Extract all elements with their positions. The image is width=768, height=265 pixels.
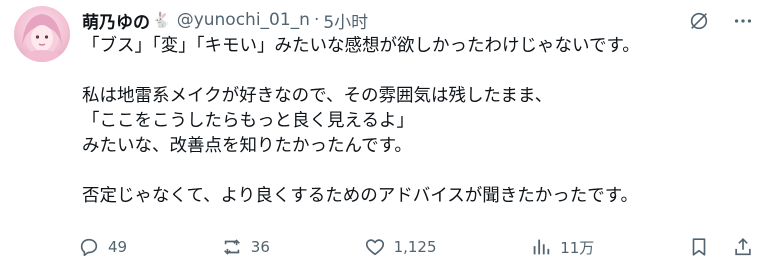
reply-icon (78, 236, 100, 258)
post-header: 萌乃ゆの 🐇 @yunochi_01_n · 5小时 (82, 8, 368, 33)
post-time[interactable]: 5小时 (323, 8, 368, 33)
post-line: 「ここをこうしたらもっと良く見えるよ」 (82, 111, 414, 131)
author-handle[interactable]: @yunochi_01_n (177, 10, 310, 30)
views-count: 11万 (560, 238, 595, 257)
avatar[interactable] (14, 6, 70, 62)
like-button[interactable]: 1,125 (364, 236, 437, 258)
author-emoji: 🐇 (152, 11, 171, 29)
grok-icon[interactable] (688, 10, 710, 32)
post-line: 「ブス」「変」「キモい」みたいな感想が欲しかったわけじゃないです。 (82, 36, 640, 56)
reply-count: 49 (108, 238, 128, 256)
post-line: 私は地雷系メイクが好きなので、その雰囲気は残したまま、 (82, 86, 553, 106)
post-text: 「ブス」「変」「キモい」みたいな感想が欲しかったわけじゃないです。 私は地雷系メ… (82, 34, 758, 209)
repost-icon (221, 236, 243, 258)
post-line-gap (82, 59, 758, 84)
repost-button[interactable]: 36 (221, 236, 270, 258)
top-actions (688, 10, 754, 32)
post-line: みたいな、改善点を知りたかったんです。 (82, 136, 412, 156)
author-name[interactable]: 萌乃ゆの (82, 8, 150, 33)
like-icon (364, 236, 386, 258)
like-count: 1,125 (393, 238, 437, 256)
avatar-image (20, 14, 64, 62)
share-icon[interactable] (732, 236, 754, 258)
views-button[interactable]: 11万 (530, 236, 594, 258)
post-line-gap (82, 159, 758, 184)
reply-button[interactable]: 49 (78, 236, 127, 258)
views-icon (530, 236, 552, 258)
more-icon[interactable] (732, 10, 754, 32)
action-bar: 49 36 1,125 11万 (78, 233, 754, 261)
secondary-actions (688, 236, 754, 258)
repost-count: 36 (250, 238, 270, 256)
post-line: 否定じゃなくて、より良くするためのアドバイスが聞きたかったです。 (82, 186, 638, 206)
separator: · (313, 10, 320, 30)
bookmark-icon[interactable] (688, 236, 710, 258)
